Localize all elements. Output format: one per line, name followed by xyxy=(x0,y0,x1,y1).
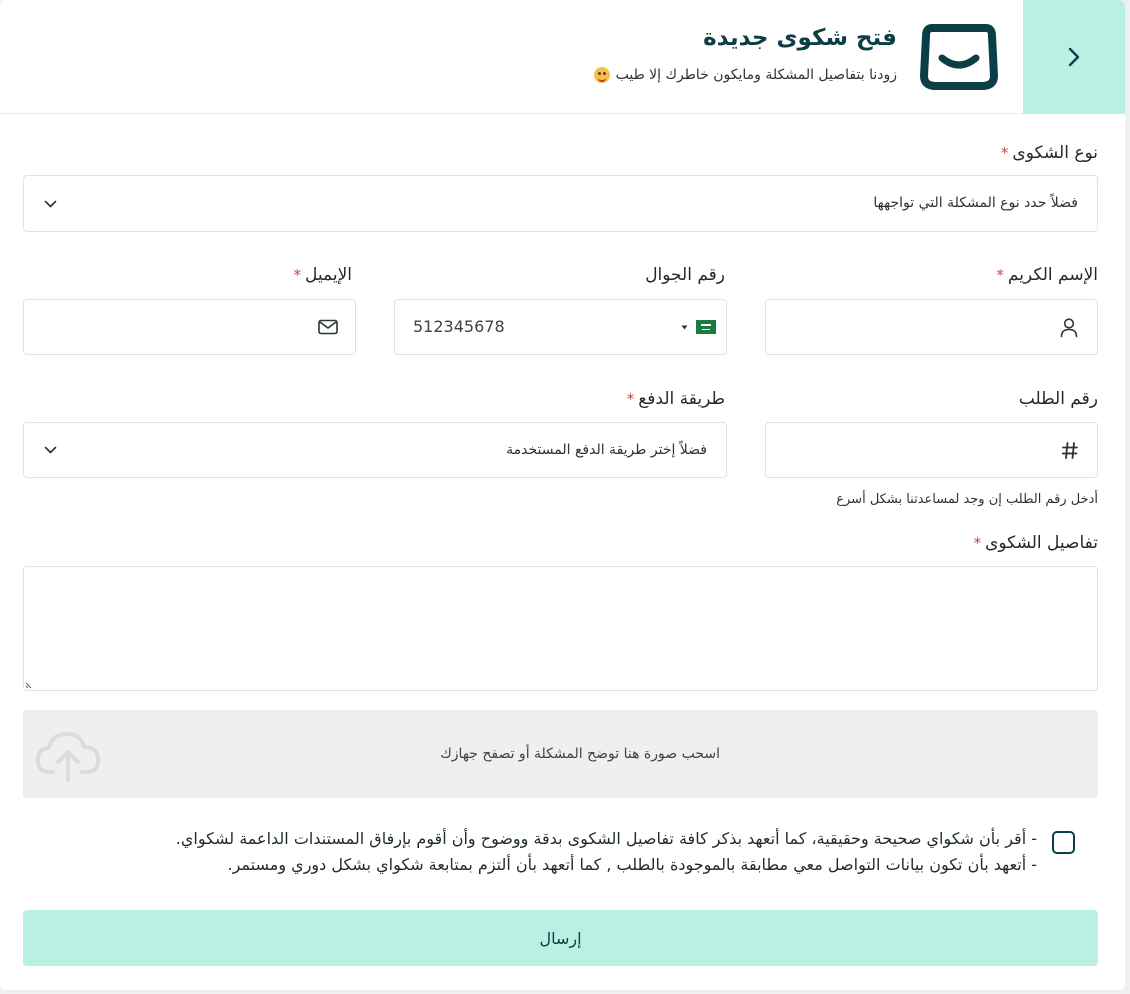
smile-emoji-icon xyxy=(593,67,610,83)
details-label-text: تفاصيل الشكوى xyxy=(985,533,1098,553)
name-label: الإسم الكريم* xyxy=(996,265,1098,285)
payment-method-label-text: طريقة الدفع xyxy=(638,389,725,409)
hash-icon xyxy=(1062,442,1078,459)
upload-instructions: اسحب صورة هنا توضح المشكلة أو تصفح جهازك xyxy=(440,746,720,762)
name-input[interactable] xyxy=(765,299,1098,355)
details-label: تفاصيل الشكوى* xyxy=(974,533,1098,553)
country-code-selector[interactable] xyxy=(681,320,716,334)
page-subtitle: زودنا بتفاصيل المشكلة ومايكون خاطرك إلا … xyxy=(593,67,897,83)
mail-icon xyxy=(318,319,338,335)
complaint-type-label: نوع الشكوى* xyxy=(1001,143,1098,163)
image-upload-dropzone[interactable]: اسحب صورة هنا توضح المشكلة أو تصفح جهازك xyxy=(23,710,1098,798)
back-button[interactable] xyxy=(1023,0,1125,114)
phone-input[interactable]: 512345678 xyxy=(394,299,727,355)
agreement-line-1: - أقر بأن شكواي صحيحة وحقيقية، كما أتعهد… xyxy=(175,829,1037,848)
chevron-down-icon xyxy=(44,200,57,207)
required-mark: * xyxy=(996,266,1004,284)
payment-method-placeholder: فضلاً إختر طريقة الدفع المستخدمة xyxy=(506,442,707,458)
brand-logo-icon xyxy=(920,24,998,90)
order-number-hint: أدخل رقم الطلب إن وجد لمساعدتنا بشكل أسر… xyxy=(836,492,1098,507)
complaint-type-select[interactable]: فضلاً حدد نوع المشكلة التي تواجهها xyxy=(23,175,1098,232)
resize-handle-icon[interactable] xyxy=(25,679,35,689)
dropdown-caret-icon xyxy=(681,325,688,329)
chevron-down-icon xyxy=(44,446,57,454)
order-number-input[interactable] xyxy=(765,422,1098,478)
payment-method-label: طريقة الدفع* xyxy=(627,389,725,409)
payment-method-select[interactable]: فضلاً إختر طريقة الدفع المستخدمة xyxy=(23,422,727,478)
details-textarea[interactable] xyxy=(23,566,1098,691)
required-mark: * xyxy=(1000,144,1009,162)
order-number-label-text: رقم الطلب xyxy=(1018,389,1098,409)
agreement-line-2: - أتعهد بأن تكون بيانات التواصل معي مطاب… xyxy=(227,855,1037,874)
email-label-text: الإيميل xyxy=(305,265,352,285)
phone-value: 512345678 xyxy=(413,317,505,336)
order-number-label: رقم الطلب xyxy=(1019,389,1098,409)
saudi-flag-icon xyxy=(696,320,716,334)
email-input[interactable] xyxy=(23,299,356,355)
page-subtitle-text: زودنا بتفاصيل المشكلة ومايكون خاطرك إلا … xyxy=(615,67,897,83)
required-mark: * xyxy=(293,266,302,284)
email-label: الإيميل* xyxy=(294,265,352,285)
page-header: فتح شكوى جديدة زودنا بتفاصيل المشكلة وما… xyxy=(0,0,1125,114)
chevron-right-icon xyxy=(1068,47,1080,67)
name-label-text: الإسم الكريم xyxy=(1007,265,1098,285)
submit-button[interactable]: إرسال xyxy=(23,910,1098,966)
required-mark: * xyxy=(973,534,982,552)
user-icon xyxy=(1060,318,1078,338)
required-mark: * xyxy=(626,390,635,408)
complaint-type-label-text: نوع الشكوى xyxy=(1012,143,1098,163)
complaint-form-card: فتح شكوى جديدة زودنا بتفاصيل المشكلة وما… xyxy=(0,0,1125,990)
phone-label-text: رقم الجوال xyxy=(645,265,725,285)
cloud-upload-icon xyxy=(36,732,100,782)
agreement-checkbox[interactable] xyxy=(1052,831,1075,854)
phone-label: رقم الجوال xyxy=(645,265,725,285)
complaint-type-placeholder: فضلاً حدد نوع المشكلة التي تواجهها xyxy=(873,195,1078,211)
page-title: فتح شكوى جديدة xyxy=(703,25,897,51)
